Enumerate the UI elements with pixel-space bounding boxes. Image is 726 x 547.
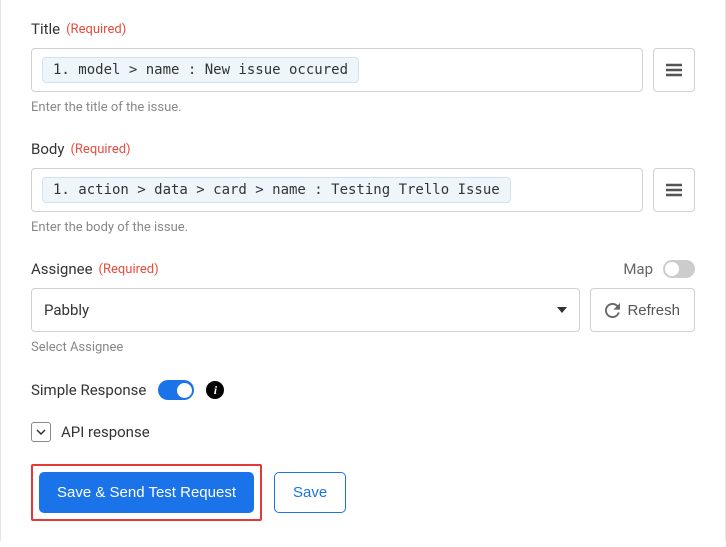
assignee-label-wrap: Assignee (Required): [31, 260, 159, 278]
save-button[interactable]: Save: [274, 472, 346, 513]
assignee-required-tag: (Required): [99, 262, 159, 277]
refresh-icon: [605, 303, 620, 318]
map-label: Map: [623, 260, 653, 278]
assignee-field-group: Assignee (Required) Map Pabbly Refresh S…: [31, 260, 695, 355]
refresh-button[interactable]: Refresh: [590, 288, 695, 332]
caret-down-icon: [557, 307, 567, 313]
api-response-row: API response: [31, 422, 695, 442]
body-label: Body: [31, 140, 64, 158]
simple-response-row: Simple Response i: [31, 380, 695, 400]
title-label: Title: [31, 20, 60, 38]
body-input[interactable]: 1. action > data > card > name : Testing…: [31, 168, 643, 212]
title-input[interactable]: 1. model > name : New issue occured: [31, 48, 643, 92]
assignee-label-row: Assignee (Required) Map: [31, 260, 695, 278]
info-icon[interactable]: i: [206, 381, 224, 399]
assignee-select[interactable]: Pabbly: [31, 288, 580, 332]
body-hint: Enter the body of the issue.: [31, 220, 695, 235]
assignee-label: Assignee: [31, 260, 93, 278]
body-input-row: 1. action > data > card > name : Testing…: [31, 168, 695, 212]
body-required-tag: (Required): [70, 142, 130, 157]
simple-response-toggle[interactable]: [158, 380, 194, 400]
title-token[interactable]: 1. model > name : New issue occured: [42, 57, 359, 83]
title-field-group: Title (Required) 1. model > name : New i…: [31, 20, 695, 115]
save-send-test-button[interactable]: Save & Send Test Request: [39, 472, 254, 513]
assignee-selected-value: Pabbly: [44, 301, 89, 319]
body-label-row: Body (Required): [31, 140, 695, 158]
body-menu-button[interactable]: [653, 168, 695, 212]
map-toggle[interactable]: [663, 260, 695, 278]
title-label-row: Title (Required): [31, 20, 695, 38]
title-required-tag: (Required): [66, 22, 126, 37]
title-menu-button[interactable]: [653, 48, 695, 92]
refresh-label: Refresh: [627, 302, 680, 319]
title-hint: Enter the title of the issue.: [31, 100, 695, 115]
body-field-group: Body (Required) 1. action > data > card …: [31, 140, 695, 235]
menu-icon: [664, 62, 684, 78]
map-group: Map: [623, 260, 695, 278]
menu-icon: [664, 182, 684, 198]
api-response-expand[interactable]: [31, 422, 51, 442]
title-input-row: 1. model > name : New issue occured: [31, 48, 695, 92]
button-row: Save & Send Test Request Save: [31, 464, 695, 521]
assignee-input-row: Pabbly Refresh: [31, 288, 695, 332]
simple-response-label: Simple Response: [31, 381, 146, 399]
body-token[interactable]: 1. action > data > card > name : Testing…: [42, 177, 511, 203]
assignee-hint: Select Assignee: [31, 340, 695, 355]
chevron-down-icon: [36, 429, 46, 435]
api-response-label: API response: [61, 423, 150, 441]
primary-button-highlight: Save & Send Test Request: [31, 464, 262, 521]
